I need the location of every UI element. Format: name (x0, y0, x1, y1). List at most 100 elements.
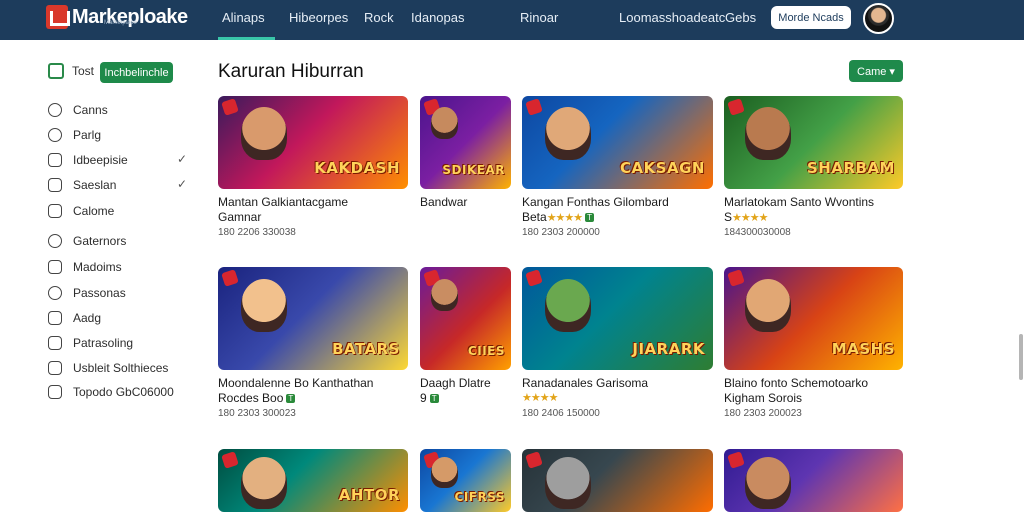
game-subtitle-row: Rocdes Boo T (218, 391, 296, 405)
game-thumbnail-image[interactable]: JIARARK (522, 267, 713, 370)
game-thumbnail-image[interactable]: CIFRSS (420, 449, 511, 512)
game-subtitle: 9 (420, 391, 427, 405)
game-thumbnail-image[interactable]: SHARBAM (724, 96, 903, 189)
game-thumbnail-image[interactable]: AHTOR (218, 449, 408, 512)
game-thumbnail-image[interactable]: KAKDASH (218, 96, 408, 189)
game-logo-text: BATARS (332, 340, 400, 358)
game-subtitle: Beta (522, 210, 547, 224)
game-thumbnail-image[interactable] (522, 449, 713, 512)
game-meta: 180 2303 300023 (218, 408, 296, 419)
sidebar-item[interactable]: Passonas (48, 285, 193, 301)
nav-tab-rock[interactable]: Rock (364, 10, 394, 25)
game-logo-text: AHTOR (338, 486, 400, 504)
sidebar-item-label: Usbleit Solthieces (73, 361, 169, 375)
game-title[interactable]: Daagh Dlatre (420, 376, 491, 390)
sidebar-item[interactable]: Saeslan ✓ (48, 177, 193, 193)
game-subtitle-row: Kigham Sorois (724, 391, 802, 405)
nav-tab-hibeorpes[interactable]: Hibeorpes (289, 10, 348, 25)
sidebar-item[interactable]: Canns (48, 102, 193, 118)
game-logo-text: SHARBAM (807, 159, 895, 177)
header-action-button[interactable]: Morde Ncads (771, 6, 851, 29)
lock-icon (48, 336, 62, 350)
nav-tab-rinoar[interactable]: Rinoar (520, 10, 558, 25)
sidebar-item-label: Idbeepisie (73, 153, 128, 167)
sidebar-item-label: Gaternors (73, 234, 127, 248)
sale-badge-icon (525, 98, 543, 116)
game-thumbnail-image[interactable]: BATARS (218, 267, 408, 370)
sidebar-header[interactable]: Tost (48, 63, 94, 79)
nav-tab-idanopas[interactable]: Idanopas (411, 10, 465, 25)
sidebar-item[interactable]: Gaternors (48, 233, 193, 249)
sidebar-item-label: Parlg (73, 128, 102, 142)
sidebar-item[interactable]: Calome (48, 203, 193, 219)
sidebar-item[interactable]: Aadg (48, 310, 193, 326)
active-tab-indicator (218, 37, 275, 40)
character-art (745, 107, 792, 161)
sidebar-item[interactable]: Idbeepisie ✓ (48, 152, 193, 168)
game-thumbnail-image[interactable]: MASHS (724, 267, 903, 370)
game-title[interactable]: Kangan Fonthas Gilombard (522, 195, 669, 209)
sale-badge-icon (727, 451, 745, 469)
sidebar-item[interactable]: Madoims (48, 259, 193, 275)
sidebar-item-label: Topodo GbC06000 (73, 385, 174, 399)
game-meta: 184300030008 (724, 227, 791, 238)
nav-tab-alinaps[interactable]: Alinaps (222, 10, 265, 25)
game-subtitle: Rocdes Boo (218, 391, 284, 405)
game-thumbnail-image[interactable]: CAKSAGN (522, 96, 713, 189)
tag-badge: T (585, 212, 595, 222)
sidebar-item[interactable]: Topodo GbC06000 (48, 384, 193, 400)
game-subtitle: S (724, 210, 733, 224)
game-title[interactable]: Moondalenne Bo Kanthathan (218, 376, 373, 390)
game-thumbnail-image[interactable]: SDIKEAR (420, 96, 511, 189)
game-title[interactable]: Blaino fonto Schemotoarko (724, 376, 868, 390)
sidebar-item-label: Passonas (73, 286, 126, 300)
game-logo-text: MASHS (831, 340, 895, 358)
tag-icon (48, 311, 62, 325)
sidebar-item-label: Canns (73, 103, 108, 117)
tag-badge: T (286, 393, 296, 403)
game-meta: 180 2406 150000 (522, 408, 600, 419)
rating-stars-icon: ★★★★ (732, 211, 768, 224)
game-logo-text: CIFRSS (454, 490, 505, 504)
tag-badge: T (429, 393, 439, 403)
grid-icon (48, 178, 62, 192)
bag-icon (48, 153, 62, 167)
rating-stars-icon: ★★★★ (522, 392, 558, 404)
sidebar-item[interactable]: Usbleit Solthieces (48, 360, 193, 376)
character-art (544, 279, 591, 333)
top-navigation-bar: Markeploake Marketplace Alinaps Hibeorpe… (0, 0, 1024, 40)
page-scrollbar[interactable] (1019, 334, 1023, 380)
clock-icon (48, 103, 62, 117)
person-icon (48, 385, 62, 399)
game-thumbnail-image[interactable] (724, 449, 903, 512)
character-art (240, 279, 287, 333)
sidebar-item-label: Patrasoling (73, 336, 134, 350)
sort-dropdown-button[interactable]: Came ▾ (849, 60, 903, 82)
sidebar-item[interactable]: Patrasoling (48, 335, 193, 351)
game-title[interactable]: Ranadanales Garisoma (522, 376, 648, 390)
game-subtitle-row: 9T (420, 391, 439, 405)
nav-tab-loomasshoadeatc[interactable]: Loomasshoadeatc (619, 10, 725, 25)
sale-badge-icon (221, 451, 239, 469)
nav-tab-gebs[interactable]: Gebs (725, 10, 756, 25)
game-title[interactable]: Marlatokam Santo Wvontins (724, 195, 874, 209)
sale-badge-icon (525, 451, 543, 469)
game-subtitle-row: ★★★★ (522, 391, 558, 404)
game-title[interactable]: Bandwar (420, 195, 467, 209)
game-meta: 180 2206 330038 (218, 227, 296, 238)
checkmark-icon: ✓ (176, 152, 187, 166)
game-thumbnail-image[interactable]: CIIES (420, 267, 511, 370)
sidebar-item-label: Calome (73, 204, 115, 218)
sidebar-category-pill[interactable]: Inchbelinchle (100, 62, 173, 83)
sidebar-header-label: Tost (72, 64, 95, 78)
game-title[interactable]: Mantan Galkiantacgame (218, 195, 348, 209)
game-subtitle: Kigham Sorois (724, 391, 803, 405)
user-icon (48, 361, 62, 375)
sidebar-item[interactable]: Parlg (48, 127, 193, 143)
game-subtitle-row: Beta ★★★★ T (522, 210, 595, 224)
user-avatar[interactable] (863, 3, 894, 34)
sale-badge-icon (525, 269, 543, 287)
character-art (745, 279, 792, 333)
rating-stars-icon: ★★★★ (546, 211, 583, 224)
character-art (544, 456, 591, 510)
